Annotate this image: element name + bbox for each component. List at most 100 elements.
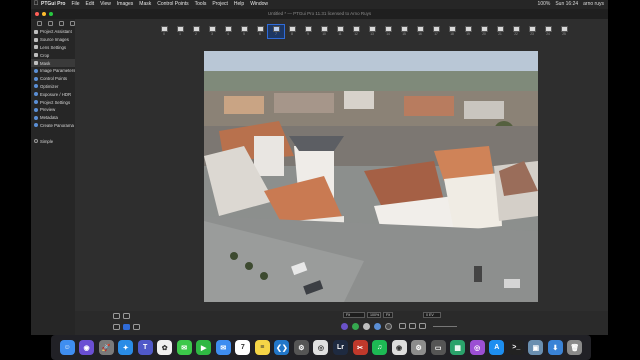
sidebar-item-3[interactable]: Crop xyxy=(31,51,75,59)
eraser-icon[interactable] xyxy=(374,323,381,330)
thumbnail-21[interactable]: 21 xyxy=(492,25,508,38)
toolbar-button-3[interactable] xyxy=(59,20,64,26)
tools-icon[interactable]: ✂ xyxy=(352,340,368,355)
menu-tools[interactable]: Tools xyxy=(195,0,207,9)
menu-control-points[interactable]: Control Points xyxy=(157,0,188,9)
thumbnail-13[interactable]: 13 xyxy=(364,25,380,38)
menu-file[interactable]: File xyxy=(71,0,79,9)
grid-app-icon[interactable]: ▦ xyxy=(450,340,466,355)
sidebar-item-4[interactable]: Mask xyxy=(31,59,75,67)
downloads-icon[interactable]: ⬇ xyxy=(547,340,563,355)
paint-green-icon[interactable] xyxy=(352,323,359,330)
thumbnail-10[interactable]: 10 xyxy=(316,25,332,38)
toolbar-button-2[interactable] xyxy=(48,20,53,26)
menu-images[interactable]: Images xyxy=(117,0,133,9)
teams-icon[interactable]: T xyxy=(137,340,153,355)
zoom-mode-field[interactable]: Fit xyxy=(343,312,365,318)
thumbnail-23[interactable]: 23 xyxy=(524,25,540,38)
thumbnail-6[interactable]: 6 xyxy=(252,25,268,38)
rotate-right-button[interactable] xyxy=(123,313,130,319)
sidebar-item-9[interactable]: Project Settings xyxy=(31,98,75,106)
thumbnail-12[interactable]: 12 xyxy=(348,25,364,38)
menu-project[interactable]: Project xyxy=(212,0,228,9)
paint-white-icon[interactable] xyxy=(363,323,370,330)
safari-icon[interactable]: ✦ xyxy=(118,340,134,355)
toolbar-button-1[interactable] xyxy=(37,20,42,26)
sidebar-item-10[interactable]: Preview xyxy=(31,106,75,114)
paint-red-icon[interactable] xyxy=(341,323,348,330)
thumbnail-1[interactable]: 1 xyxy=(172,25,188,38)
thumbnail-18[interactable]: 18 xyxy=(444,25,460,38)
crop-tool-button[interactable] xyxy=(409,323,416,329)
lightroom-icon[interactable]: Lr xyxy=(332,340,348,355)
thumbnail-5[interactable]: 5 xyxy=(236,25,252,38)
app-store-icon[interactable]: A xyxy=(489,340,505,355)
battery-percent[interactable]: 100% xyxy=(538,0,551,9)
sidebar-item-8[interactable]: Exposure / HDR xyxy=(31,90,75,98)
sidebar-item-1[interactable]: Source Images xyxy=(31,36,75,44)
facetime-icon[interactable]: ▶ xyxy=(196,340,212,355)
menu-edit[interactable]: Edit xyxy=(86,0,95,9)
sidebar-item-11[interactable]: Metadata xyxy=(31,114,75,122)
zoom-percent-field[interactable]: 100% xyxy=(367,312,381,318)
thumbnail-3[interactable]: 3 xyxy=(204,25,220,38)
sidebar-item-0[interactable]: Project Assistant xyxy=(31,28,75,36)
sidebar-item-14[interactable]: Simple xyxy=(31,137,75,145)
google-chrome-icon[interactable]: ◉ xyxy=(391,340,407,355)
thumbnail-9[interactable]: 9 xyxy=(300,25,316,38)
photos-icon[interactable]: ✿ xyxy=(157,340,173,355)
thumbnail-20[interactable]: 20 xyxy=(476,25,492,38)
close-window-icon[interactable] xyxy=(35,12,39,16)
thumbnail-4[interactable]: 4 xyxy=(220,25,236,38)
rotate-left-button[interactable] xyxy=(113,313,120,319)
brush-size-icon[interactable] xyxy=(385,323,392,330)
menu-help[interactable]: Help xyxy=(234,0,244,9)
terminal-icon[interactable]: >_ xyxy=(508,340,524,355)
preview-icon[interactable]: ▣ xyxy=(528,340,544,355)
chrome-icon[interactable]: ◎ xyxy=(313,340,329,355)
brush-slider[interactable] xyxy=(433,326,457,327)
exposure-field[interactable]: 0 EV xyxy=(423,312,441,318)
menu-view[interactable]: View xyxy=(100,0,111,9)
calendar-icon[interactable]: 7 xyxy=(235,340,251,355)
sidebar-item-12[interactable]: Create Panorama xyxy=(31,122,75,130)
thumbnail-11[interactable]: 11 xyxy=(332,25,348,38)
thumbnail-2[interactable]: 2 xyxy=(188,25,204,38)
thumbnail-19[interactable]: 19 xyxy=(460,25,476,38)
spotify-icon[interactable]: ♫ xyxy=(372,340,388,355)
trash-icon[interactable]: 🗑 xyxy=(567,340,583,355)
apple-icon[interactable]:  xyxy=(31,0,41,9)
thumbnail-16[interactable]: 16 xyxy=(412,25,428,38)
vscode-icon[interactable]: ❮❯ xyxy=(274,340,290,355)
thumbnail-25[interactable]: 25 xyxy=(556,25,572,38)
sidebar-item-2[interactable]: Lens Settings xyxy=(31,44,75,52)
menu-window[interactable]: Window xyxy=(250,0,268,9)
screen-icon[interactable]: ▭ xyxy=(430,340,446,355)
auto-mask-button[interactable] xyxy=(123,324,130,330)
thumbnail-0[interactable]: 0 xyxy=(156,25,172,38)
thumbnail-15[interactable]: 15 xyxy=(396,25,412,38)
ptgui-icon[interactable]: ⚙ xyxy=(293,340,309,355)
thumbnail-17[interactable]: 17 xyxy=(428,25,444,38)
undo-button[interactable] xyxy=(133,324,140,330)
finder-icon[interactable]: ☺ xyxy=(59,340,75,355)
menu-mask[interactable]: Mask xyxy=(139,0,151,9)
messages-icon[interactable]: ✉ xyxy=(176,340,192,355)
menu-app-name[interactable]: PTGui Pro xyxy=(41,0,65,9)
sidebar-item-6[interactable]: Control Points xyxy=(31,75,75,83)
thumbnail-8[interactable]: 8 xyxy=(284,25,300,38)
zoom-fit-field[interactable]: Fit xyxy=(383,312,393,318)
aerial-photo[interactable] xyxy=(204,51,538,302)
siri-icon[interactable]: ◉ xyxy=(79,340,95,355)
minimize-window-icon[interactable] xyxy=(42,12,46,16)
thumbnail-14[interactable]: 14 xyxy=(380,25,396,38)
mail-icon[interactable]: ✉ xyxy=(215,340,231,355)
mask-tool-button[interactable] xyxy=(113,324,120,330)
sidebar-item-7[interactable]: Optimizer xyxy=(31,83,75,91)
thumbnail-7[interactable]: 7 xyxy=(267,23,285,39)
podcast-icon[interactable]: ◎ xyxy=(469,340,485,355)
notes-icon[interactable]: ≡ xyxy=(254,340,270,355)
thumbnail-22[interactable]: 22 xyxy=(508,25,524,38)
settings-icon[interactable]: ⚙ xyxy=(411,340,427,355)
clock[interactable]: Sun 16:24 xyxy=(555,0,578,9)
